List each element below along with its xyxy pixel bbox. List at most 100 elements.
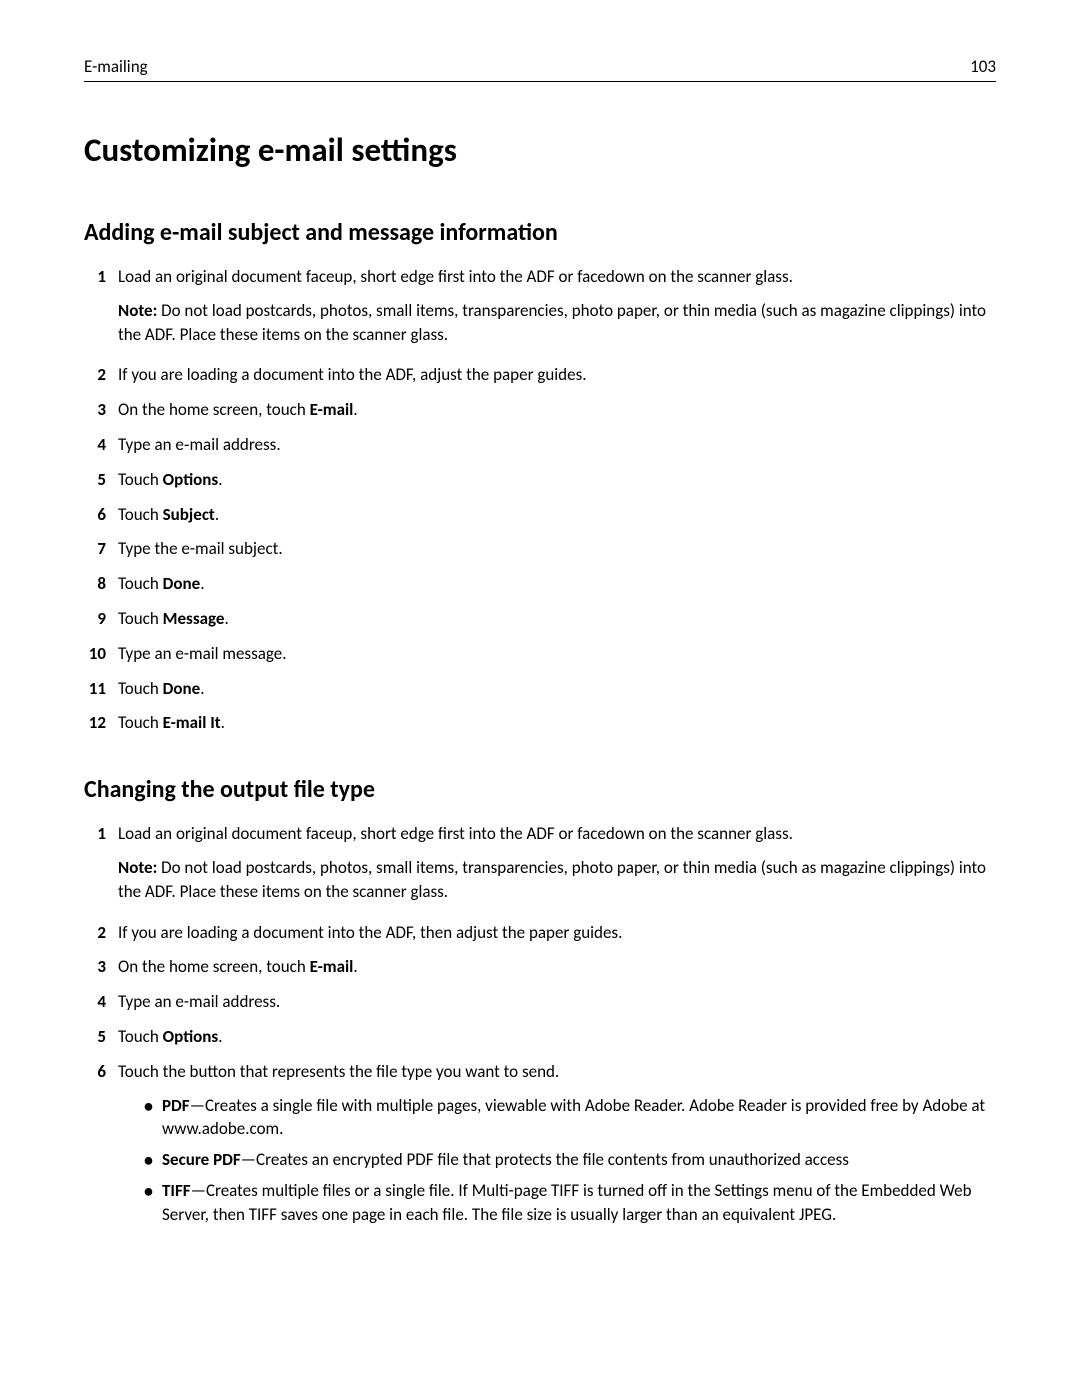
page-header: E-mailing 103 <box>84 56 996 82</box>
step-text: Type an e‑mail address. <box>118 434 281 455</box>
step-number: 9 <box>84 607 118 631</box>
note-block: Note: Do not load postcards, photos, sma… <box>118 856 996 904</box>
step-number: 6 <box>84 503 118 527</box>
list-item: 5 Touch Options. <box>84 468 996 492</box>
step-content: Touch Done. <box>118 677 996 701</box>
step-suffix: . <box>224 608 228 629</box>
list-item: 9 Touch Message. <box>84 607 996 631</box>
section2-heading: Changing the output file type <box>84 775 996 804</box>
list-item: 3 On the home screen, touch E-mail. <box>84 398 996 422</box>
step-suffix: . <box>200 678 204 699</box>
list-item: 8 Touch Done. <box>84 572 996 596</box>
step-prefix: Touch <box>118 573 163 594</box>
step-number: 6 <box>84 1060 118 1234</box>
step-text: Type the e-mail subject. <box>118 538 283 559</box>
step-content: Type the e-mail subject. <box>118 537 996 561</box>
step-number: 2 <box>84 363 118 387</box>
step-number: 4 <box>84 433 118 457</box>
bullet-bold: PDF <box>162 1095 190 1116</box>
step-number: 10 <box>84 642 118 666</box>
step-content: Load an original document faceup, short … <box>118 822 996 909</box>
step-suffix: . <box>221 712 225 733</box>
header-page-number: 103 <box>970 56 996 77</box>
step-content: Touch Message. <box>118 607 996 631</box>
step-number: 1 <box>84 265 118 352</box>
step-suffix: . <box>200 573 204 594</box>
header-section-name: E-mailing <box>84 56 148 77</box>
step-number: 3 <box>84 398 118 422</box>
list-item: 4 Type an e-mail address. <box>84 990 996 1014</box>
section1-heading: Adding e-mail subject and message inform… <box>84 218 996 247</box>
step-bold: E-mail <box>310 399 354 420</box>
step-bold: E-mail <box>310 956 354 977</box>
step-bold: Done <box>163 678 201 699</box>
step-content: On the home screen, touch E-mail. <box>118 955 996 979</box>
list-item: 2 If you are loading a document into the… <box>84 921 996 945</box>
step-bold: Done <box>163 573 201 594</box>
list-item: 1 Load an original document faceup, shor… <box>84 822 996 909</box>
bullet-text: —Creates a single file with multiple pag… <box>162 1095 985 1140</box>
step-content: If you are loading a document into the A… <box>118 921 996 945</box>
step-suffix: . <box>218 1026 222 1047</box>
section2-step-list: 1 Load an original document faceup, shor… <box>84 822 996 1233</box>
step-content: Touch Options. <box>118 468 996 492</box>
note-block: Note: Do not load postcards, photos, sma… <box>118 299 996 347</box>
bullet-text: —Creates an encrypted PDF file that prot… <box>241 1149 849 1170</box>
step-number: 5 <box>84 468 118 492</box>
note-label: Note: <box>118 300 157 321</box>
step-content: Touch Subject. <box>118 503 996 527</box>
section-adding-email-subject: Adding e-mail subject and message inform… <box>84 218 996 735</box>
main-heading: Customizing e-mail settings <box>84 130 996 170</box>
section-changing-output-file-type: Changing the output file type 1 Load an … <box>84 775 996 1233</box>
bullet-item-tiff: TIFF—Creates multiple files or a single … <box>144 1179 996 1227</box>
step-text: Type an e-mail message. <box>118 643 286 664</box>
step-text: If you are loading a document into the A… <box>118 364 587 385</box>
step-bold: Subject <box>163 504 215 525</box>
note-text: Do not load postcards, photos, small ite… <box>118 300 986 345</box>
list-item: 10 Type an e-mail message. <box>84 642 996 666</box>
step-content: Touch Options. <box>118 1025 996 1049</box>
step-bold: Options <box>163 469 219 490</box>
step-suffix: . <box>353 399 357 420</box>
step-number: 2 <box>84 921 118 945</box>
note-text: Do not load postcards, photos, small ite… <box>118 857 986 902</box>
list-item: 1 Load an original document faceup, shor… <box>84 265 996 352</box>
section1-step-list: 1 Load an original document faceup, shor… <box>84 265 996 735</box>
list-item: 3 On the home screen, touch E-mail. <box>84 955 996 979</box>
step-content: Type an e-mail message. <box>118 642 996 666</box>
bullet-text: —Creates multiple files or a single file… <box>162 1180 972 1225</box>
list-item: 7 Type the e-mail subject. <box>84 537 996 561</box>
step-content: Touch the button that represents the fil… <box>118 1060 996 1234</box>
step-prefix: On the home screen, touch <box>118 956 310 977</box>
note-label: Note: <box>118 857 157 878</box>
step-prefix: Touch <box>118 678 163 699</box>
step-text: Load an original document faceup, short … <box>118 823 793 844</box>
step-text: Load an original document faceup, short … <box>118 266 793 287</box>
step-text: Touch the button that represents the fil… <box>118 1061 559 1082</box>
list-item: 4 Type an e‑mail address. <box>84 433 996 457</box>
step-content: Touch E-mail It. <box>118 711 996 735</box>
step-number: 12 <box>84 711 118 735</box>
step-number: 11 <box>84 677 118 701</box>
step-text: Type an e-mail address. <box>118 991 280 1012</box>
step-prefix: Touch <box>118 608 163 629</box>
step-suffix: . <box>218 469 222 490</box>
step-number: 3 <box>84 955 118 979</box>
step-content: Touch Done. <box>118 572 996 596</box>
step-number: 8 <box>84 572 118 596</box>
step-suffix: . <box>353 956 357 977</box>
step-bold: Message <box>163 608 225 629</box>
step-number: 5 <box>84 1025 118 1049</box>
step-number: 1 <box>84 822 118 909</box>
list-item: 12 Touch E-mail It. <box>84 711 996 735</box>
step-prefix: Touch <box>118 469 163 490</box>
step-content: Load an original document faceup, short … <box>118 265 996 352</box>
list-item: 11 Touch Done. <box>84 677 996 701</box>
bullet-bold: TIFF <box>162 1180 191 1201</box>
step-content: If you are loading a document into the A… <box>118 363 996 387</box>
step-number: 7 <box>84 537 118 561</box>
list-item: 2 If you are loading a document into the… <box>84 363 996 387</box>
step-content: Type an e-mail address. <box>118 990 996 1014</box>
bullet-bold: Secure PDF <box>162 1149 241 1170</box>
step-text: If you are loading a document into the A… <box>118 922 622 943</box>
